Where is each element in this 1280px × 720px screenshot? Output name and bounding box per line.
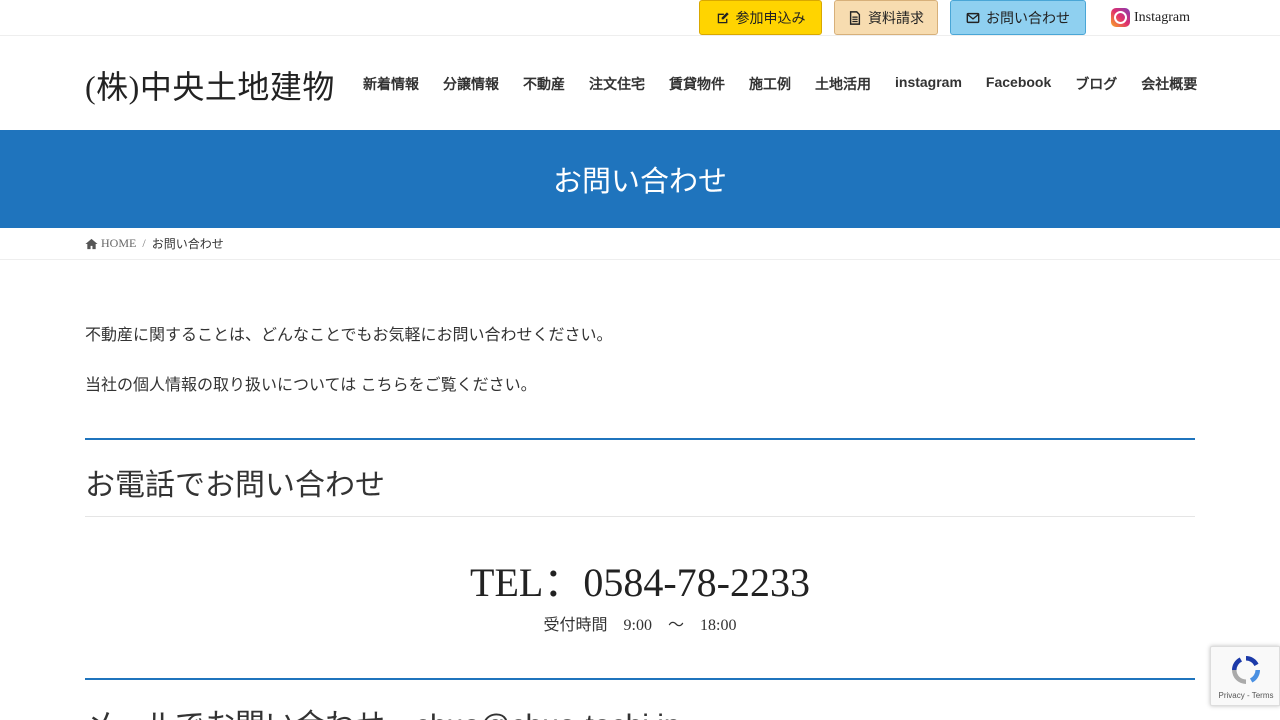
site-header: (株)中央土地建物 新着情報 分譲情報 不動産 注文住宅 賃貸物件 施工例 土地… bbox=[0, 36, 1280, 130]
nav-item-custom-homes[interactable]: 注文住宅 bbox=[589, 74, 645, 94]
nav-item-land-use[interactable]: 土地活用 bbox=[815, 74, 871, 94]
utility-bar: 参加申込み 資料請求 お問い合わせ Instagram bbox=[0, 0, 1280, 36]
breadcrumb: HOME / お問い合わせ bbox=[0, 228, 1280, 260]
document-request-button[interactable]: 資料請求 bbox=[834, 0, 938, 35]
contact-button[interactable]: お問い合わせ bbox=[950, 0, 1086, 35]
nav-item-facebook[interactable]: Facebook bbox=[986, 74, 1051, 94]
page-title-band: お問い合わせ bbox=[0, 130, 1280, 228]
intro-text: 不動産に関することは、どんなことでもお気軽にお問い合わせください。 bbox=[85, 327, 613, 344]
recaptcha-icon bbox=[1232, 656, 1260, 684]
recaptcha-badge[interactable]: Privacy - Terms bbox=[1210, 646, 1280, 706]
phone-number[interactable]: TEL：0584-78-2233 bbox=[85, 550, 1195, 608]
instagram-link[interactable]: Instagram bbox=[1111, 8, 1190, 27]
edit-icon bbox=[717, 11, 729, 23]
entry-button-label: 参加申込み bbox=[735, 11, 806, 27]
envelope-icon bbox=[966, 12, 980, 23]
nav-item-subdivision[interactable]: 分譲情報 bbox=[443, 74, 499, 94]
section-divider bbox=[85, 438, 1195, 440]
privacy-text: 当社の個人情報の取り扱いについては こちらをご覧ください。 bbox=[85, 371, 537, 395]
site-logo[interactable]: (株)中央土地建物 bbox=[85, 62, 335, 108]
contact-button-label: お問い合わせ bbox=[986, 11, 1070, 27]
section-divider bbox=[85, 678, 1195, 680]
main-nav: 新着情報 分譲情報 不動産 注文住宅 賃貸物件 施工例 土地活用 instagr… bbox=[363, 74, 1197, 94]
nav-item-company[interactable]: 会社概要 bbox=[1141, 74, 1197, 94]
document-icon bbox=[849, 10, 861, 25]
privacy-link[interactable]: こちらをご覧ください。 bbox=[361, 377, 537, 394]
home-icon bbox=[85, 238, 98, 249]
nav-item-instagram[interactable]: instagram bbox=[895, 74, 962, 94]
nav-item-real-estate[interactable]: 不動産 bbox=[523, 74, 565, 94]
nav-item-rentals[interactable]: 賃貸物件 bbox=[669, 74, 725, 94]
breadcrumb-home-label: HOME bbox=[101, 236, 137, 250]
breadcrumb-current: お問い合わせ bbox=[151, 237, 224, 251]
instagram-label: Instagram bbox=[1134, 9, 1190, 25]
mail-section-heading: メールでお問い合わせ chuo@chuo-tochi.jp bbox=[85, 700, 681, 720]
nav-item-news[interactable]: 新着情報 bbox=[363, 74, 419, 94]
nav-item-works[interactable]: 施工例 bbox=[749, 74, 791, 94]
recaptcha-links[interactable]: Privacy - Terms bbox=[1211, 691, 1280, 700]
phone-section-heading: お電話でお問い合わせ bbox=[85, 469, 385, 502]
document-request-label: 資料請求 bbox=[868, 11, 924, 27]
privacy-prefix: 当社の個人情報の取り扱いについては bbox=[85, 377, 361, 394]
breadcrumb-home[interactable]: HOME bbox=[85, 236, 136, 251]
entry-button[interactable]: 参加申込み bbox=[699, 0, 822, 35]
breadcrumb-separator: / bbox=[142, 236, 146, 250]
page-title: お問い合わせ bbox=[552, 166, 727, 198]
business-hours: 受付時間 9:00 ～ 18:00 bbox=[543, 617, 737, 634]
heading-underline bbox=[85, 516, 1195, 517]
nav-item-blog[interactable]: ブログ bbox=[1075, 74, 1117, 94]
instagram-icon bbox=[1111, 8, 1130, 27]
